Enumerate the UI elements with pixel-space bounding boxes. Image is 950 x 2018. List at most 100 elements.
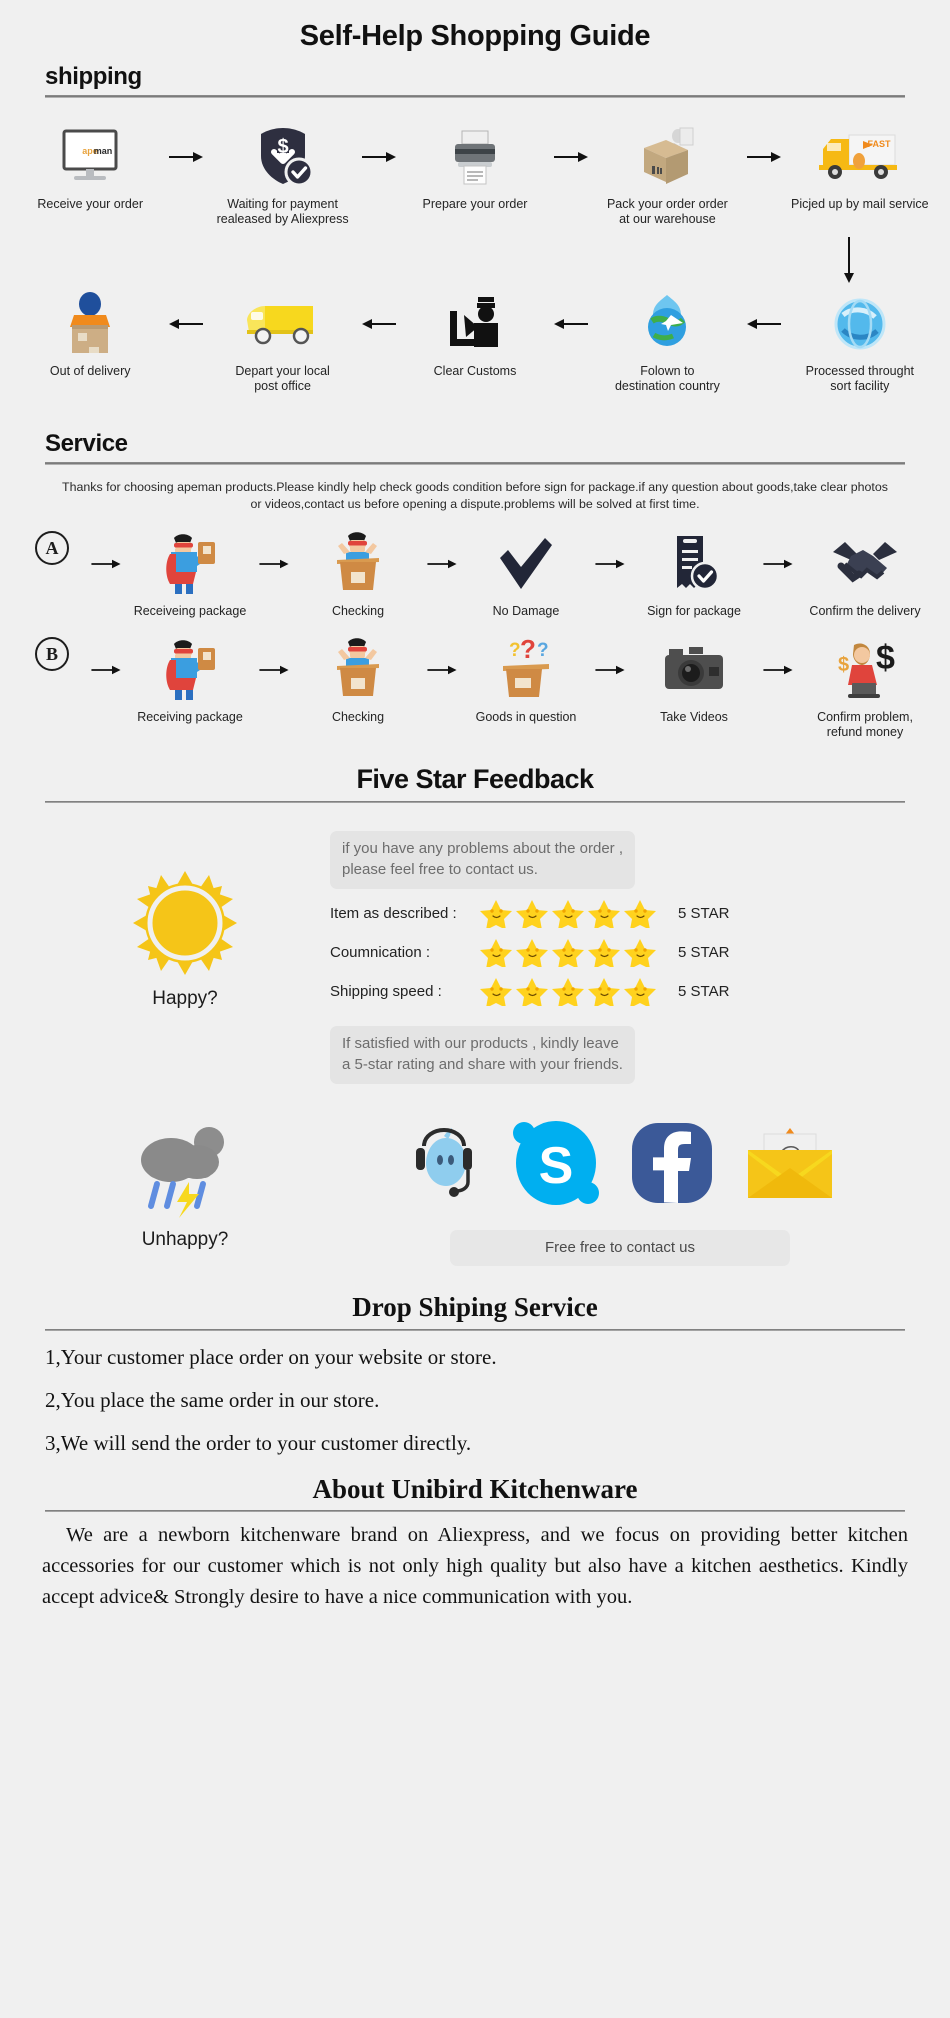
arrow-left-icon xyxy=(162,291,210,357)
svg-text:?: ? xyxy=(509,640,521,661)
svg-text:$: $ xyxy=(876,639,895,677)
divider-service xyxy=(45,462,905,465)
service-note: Thanks for choosing apeman products.Plea… xyxy=(62,480,888,511)
shipping-step-flown-destination: Folown to destination country xyxy=(595,291,739,394)
shipping-flow-row-2: Out of delivery Depart your local post o… xyxy=(0,291,950,394)
facebook-icon[interactable] xyxy=(630,1121,714,1210)
rating-label: Shipping speed : xyxy=(330,982,442,1000)
dropshipping-step: 2,You place the same order in our store. xyxy=(45,1388,380,1412)
happy-label: Happy? xyxy=(152,988,218,1009)
arrow-right-icon xyxy=(586,637,634,703)
section-heading-about: About Unibird Kitchenware xyxy=(312,1474,638,1504)
caption: Checking xyxy=(331,710,385,724)
svg-text:S: S xyxy=(539,1137,574,1195)
service-step-checking-b: Checking xyxy=(298,637,418,725)
arrow-left-icon xyxy=(740,291,788,357)
shipping-step-clear-customs: Clear Customs xyxy=(403,291,547,379)
caption: Confirm the delivery xyxy=(809,604,921,618)
arrow-right-icon xyxy=(418,531,466,597)
arrow-right-icon xyxy=(82,637,130,703)
printer-icon xyxy=(445,124,505,190)
shipping-step-depart-post-office: Depart your local post office xyxy=(210,291,354,394)
shipping-step-prepare-order: Prepare your order xyxy=(403,124,547,212)
hero-in-open-box-icon xyxy=(329,637,387,703)
page-title: Self-Help Shopping Guide xyxy=(299,20,651,52)
camera-icon xyxy=(663,637,725,703)
email-icon[interactable]: @ xyxy=(744,1126,836,1205)
shipping-flow-row-1: ape man Receive your order $ Waiting for… xyxy=(0,124,950,227)
caption: Take Videos xyxy=(660,710,728,724)
svg-text:FAST: FAST xyxy=(867,139,891,149)
hero-holding-package-icon xyxy=(162,531,218,597)
customs-officer-icon xyxy=(444,291,506,357)
arrow-right-icon xyxy=(547,124,595,190)
star-rating xyxy=(478,937,664,967)
caption: Processed throught sort facility xyxy=(805,364,915,393)
arrow-right-icon xyxy=(82,531,130,597)
badge-letter: A xyxy=(35,531,69,565)
dropshipping-step: 3,We will send the order to your custome… xyxy=(45,1431,472,1455)
globe-airplane-icon xyxy=(638,291,696,357)
divider-dropshipping xyxy=(45,1329,905,1331)
star-rating xyxy=(478,898,664,928)
shipping-step-pack-order: Pack your order order at our warehouse xyxy=(595,124,739,227)
dropshipping-steps: 1,Your customer place order on your webs… xyxy=(45,1345,905,1456)
sun-icon xyxy=(131,869,239,982)
caption: Picjed up by mail service xyxy=(791,197,929,211)
divider-shipping xyxy=(45,95,905,98)
svg-text:$: $ xyxy=(838,654,849,676)
rating-label: Coumnication : xyxy=(330,943,431,961)
arrow-right-icon xyxy=(754,637,802,703)
rain-cloud-icon xyxy=(133,1116,237,1223)
shipping-step-receive-order: ape man Receive your order xyxy=(18,124,162,212)
caption: Out of delivery xyxy=(49,364,131,378)
caption: Sign for package xyxy=(647,604,741,618)
arrow-left-icon xyxy=(355,291,403,357)
unhappy-block: Unhappy? xyxy=(40,1116,330,1266)
caption: Depart your local post office xyxy=(235,364,330,393)
skype-icon[interactable]: S xyxy=(512,1119,600,1212)
caption: Folown to destination country xyxy=(614,364,720,393)
section-heading-dropshipping: Drop Shiping Service xyxy=(352,1292,598,1322)
courier-carrying-box-icon xyxy=(60,291,120,357)
caption: Prepare your order xyxy=(422,197,528,211)
section-heading-feedback: Five Star Feedback xyxy=(356,764,594,794)
caption: Checking xyxy=(331,604,385,618)
caption: Pack your order order at our warehouse xyxy=(606,197,728,226)
star-rating xyxy=(478,976,664,1006)
shipping-step-out-of-delivery: Out of delivery xyxy=(18,291,162,379)
monitor-apeman-icon: ape man xyxy=(58,124,122,190)
contact-block: Unhappy? S Free free to contact us xyxy=(0,1116,950,1266)
social-contacts: S @ xyxy=(330,1116,910,1266)
shipping-step-sort-facility: Processed throught sort facility xyxy=(788,291,932,394)
rating-value: 5 STAR xyxy=(678,943,730,961)
service-step-goods-in-question: ? ? ? Goods in question xyxy=(466,637,586,725)
fast-delivery-truck-icon: FAST xyxy=(818,124,901,190)
social-icon-list: S @ xyxy=(404,1116,836,1214)
service-step-receiving-package-b: Receiving package xyxy=(130,637,250,725)
caption: Confirm problem, refund money xyxy=(817,710,913,739)
service-step-checking-a: Checking xyxy=(298,531,418,619)
svg-text:?: ? xyxy=(520,638,536,664)
row-badge-a: A xyxy=(22,531,82,565)
refund-agent-dollar-icon: $ $ xyxy=(832,637,898,703)
row-badge-b: B xyxy=(22,637,82,671)
service-flow-row-b: B Receiving package Checking ? ? ? Goods… xyxy=(0,637,950,740)
arrow-right-icon xyxy=(740,124,788,190)
happy-block: Happy? xyxy=(40,831,330,1084)
service-step-confirm-refund: $ $ Confirm problem, refund money xyxy=(802,637,928,740)
contact-us-bar[interactable]: Free free to contact us xyxy=(450,1230,790,1266)
service-step-no-damage: No Damage xyxy=(466,531,586,619)
feedback-bubble-bottom: If satisfied with our products , kindly … xyxy=(330,1026,635,1084)
shipping-step-waiting-payment: $ Waiting for payment realeased by Aliex… xyxy=(210,124,354,227)
trademanager-icon[interactable] xyxy=(404,1124,482,1207)
rating-value: 5 STAR xyxy=(678,904,730,922)
badge-letter: B xyxy=(35,637,69,671)
arrow-right-icon xyxy=(355,124,403,190)
signed-document-icon xyxy=(667,531,721,597)
svg-text:$: $ xyxy=(277,136,288,158)
checkmark-icon xyxy=(497,531,555,597)
arrow-right-icon xyxy=(754,531,802,597)
caption: Receive your order xyxy=(37,197,143,211)
service-step-confirm-delivery: Confirm the delivery xyxy=(802,531,928,619)
